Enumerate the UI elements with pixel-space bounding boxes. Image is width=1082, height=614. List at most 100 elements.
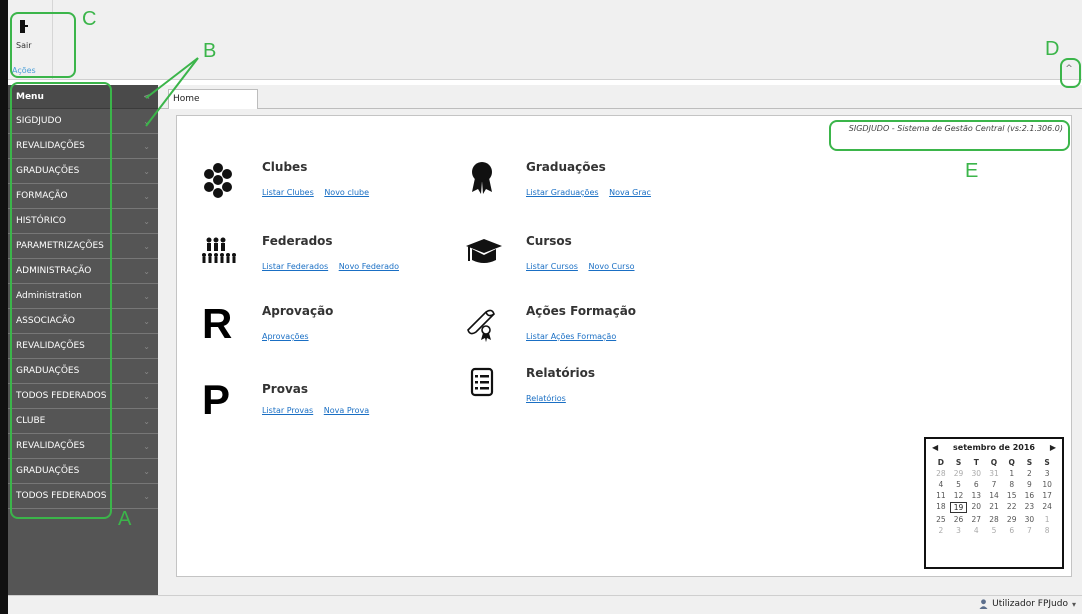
module-title-cursos: Cursos [526,234,572,248]
graduation-cap-icon [466,239,502,263]
calendar-day[interactable]: 1 [1038,515,1056,524]
calendar-day[interactable]: 2 [932,526,950,535]
calendar-prev-button[interactable]: ◀ [932,443,938,452]
letter-p-icon: P [202,376,231,423]
annotation-box-c [10,12,76,78]
calendar-day[interactable]: 28 [932,469,950,478]
link-listar-graduacoes[interactable]: Listar Graduações [526,188,599,197]
calendar-day[interactable]: 5 [950,480,968,489]
calendar-weekday: Q [1008,458,1015,467]
chevron-down-icon: ⌄ [143,416,150,426]
calendar-day[interactable]: 9 [1021,480,1039,489]
chevron-down-icon: ⌄ [143,116,150,126]
calendar-day[interactable]: 13 [967,491,985,500]
calendar-day[interactable]: 22 [1003,502,1021,513]
link-listar-acoes-formacao[interactable]: Listar Ações Formação [526,332,616,341]
calendar-weekday: S [1044,458,1050,467]
calendar-day[interactable]: 3 [950,526,968,535]
calendar-weekday: S [1026,458,1033,467]
annotation-letter-c: C [82,8,97,30]
chevron-down-icon: ⌄ [143,366,150,376]
chevron-down-icon: ▾ [1071,599,1076,609]
calendar-day[interactable]: 23 [1021,502,1039,513]
calendar-day[interactable]: 26 [950,515,968,524]
module-title-federados: Federados [262,234,333,248]
link-nova-graduacao[interactable]: Nova Grac [609,188,651,197]
calendar-day[interactable]: 28 [985,515,1003,524]
calendar-next-button[interactable]: ▶ [1050,443,1056,452]
user-name: Utilizador FPJudo [992,599,1068,609]
module-aprovacao: R Aprovação Aprovações [198,303,418,364]
tab-home[interactable]: Home [168,89,258,109]
calendar-day[interactable]: 7 [985,480,1003,489]
calendar-day[interactable]: 19 [949,502,968,513]
calendar-day[interactable]: 8 [1003,480,1021,489]
calendar-day[interactable]: 17 [1038,491,1056,500]
calendar-day[interactable]: 6 [1003,526,1021,535]
calendar-day[interactable]: 29 [950,469,968,478]
calendar-widget: ◀ setembro de 2016 ▶ DSTQQSS 28 29 30 31 1 2 3… [924,437,1064,569]
link-listar-cursos[interactable]: Listar Cursos [526,262,578,271]
calendar-day[interactable]: 6 [967,480,985,489]
chevron-down-icon: ⌄ [143,266,150,276]
calendar-day[interactable]: 16 [1021,491,1039,500]
calendar-day[interactable]: 24 [1038,502,1056,513]
calendar-day[interactable]: 29 [1003,515,1021,524]
calendar-day[interactable]: 18 [932,502,950,513]
calendar-day[interactable]: 1 [1003,469,1021,478]
annotation-letter-d: D [1045,38,1060,60]
calendar-day[interactable]: 2 [1021,469,1039,478]
module-graduacoes: Graduações Listar Graduações Nova Grac [462,160,682,220]
calendar-day[interactable]: 30 [967,469,985,478]
diploma-scroll-icon [467,309,495,342]
module-relatorios: Relatórios Relatórios [462,366,682,426]
calendar-day[interactable]: 27 [967,515,985,524]
annotation-letter-a: A [118,508,132,530]
calendar-day[interactable]: 4 [967,526,985,535]
calendar-day[interactable]: 5 [985,526,1003,535]
user-menu[interactable]: Utilizador FPJudo ▾ [979,599,1076,609]
calendar-day[interactable]: 10 [1038,480,1056,489]
annotation-box-a [10,82,112,519]
calendar-day[interactable]: 11 [932,491,950,500]
chevron-down-icon: ⌄ [143,491,150,501]
chevron-down-icon: ⌄ [143,391,150,401]
calendar-day[interactable]: 4 [932,480,950,489]
calendar-day[interactable]: 30 [1021,515,1039,524]
calendar-day[interactable]: 14 [985,491,1003,500]
chevron-down-icon: ⌄ [143,291,150,301]
status-bar: Utilizador FPJudo ▾ [8,595,1082,614]
link-listar-clubes[interactable]: Listar Clubes [262,188,314,197]
module-title-acoes-formacao: Ações Formação [526,304,637,318]
annotation-box-e [829,120,1070,151]
calendar-day[interactable]: 12 [950,491,968,500]
link-listar-federados[interactable]: Listar Federados [262,262,328,271]
collapse-sidebar-icon[interactable]: < [143,92,150,101]
calendar-day[interactable]: 25 [932,515,950,524]
module-acoes-formacao: Ações Formação Listar Ações Formação [462,304,682,364]
calendar-day[interactable]: 20 [967,502,985,513]
calendar-day[interactable]: 31 [985,469,1003,478]
link-listar-provas[interactable]: Listar Provas [262,406,313,415]
calendar-day[interactable]: 7 [1021,526,1039,535]
calendar-weekday: Q [990,458,998,467]
module-title-provas: Provas [262,382,309,396]
calendar-day[interactable]: 21 [985,502,1003,513]
link-novo-clube[interactable]: Novo clube [324,188,369,197]
chevron-down-icon: ⌄ [143,241,150,251]
window-left-border [0,0,8,614]
award-icon [472,162,492,194]
calendar-day[interactable]: 3 [1038,469,1056,478]
link-nova-prova[interactable]: Nova Prova [324,406,369,415]
module-title-graduacoes: Graduações [526,160,606,174]
calendar-month-title[interactable]: setembro de 2016 [953,443,1035,452]
link-relatorios[interactable]: Relatórios [526,394,566,403]
annotation-letter-e: E [965,160,979,182]
link-novo-federado[interactable]: Novo Federado [339,262,399,271]
calendar-day[interactable]: 8 [1038,526,1056,535]
calendar-weekday: D [937,458,944,467]
link-aprovacoes[interactable]: Aprovações [262,332,309,341]
tab-strip-line [158,108,1082,109]
link-novo-curso[interactable]: Novo Curso [588,262,634,271]
calendar-day[interactable]: 15 [1003,491,1021,500]
